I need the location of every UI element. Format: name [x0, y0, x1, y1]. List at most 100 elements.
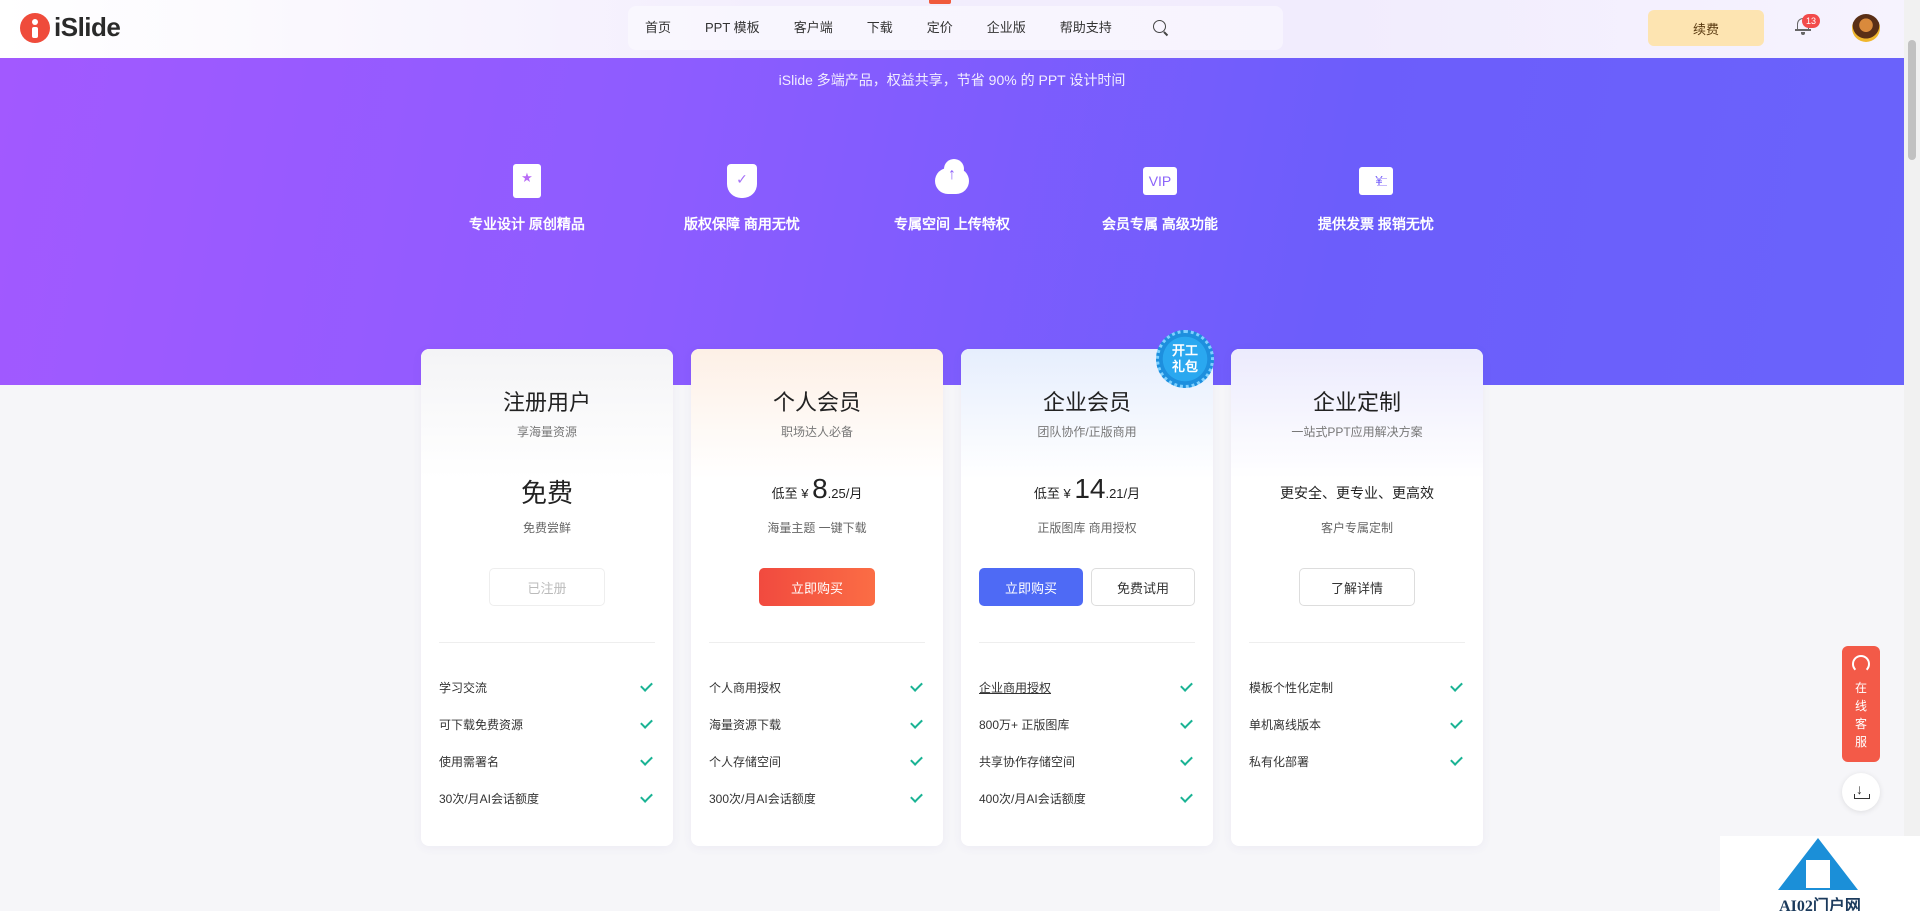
- feature-item: 学习交流: [439, 669, 655, 706]
- feature-item: 300次/月AI会话额度: [709, 780, 925, 817]
- buy-personal-button[interactable]: 立即购买: [759, 568, 875, 606]
- feature-item: 模板个性化定制: [1249, 669, 1465, 706]
- watermark-text: AI02门户网: [1779, 898, 1861, 911]
- divider: [1249, 642, 1465, 643]
- logo-icon: [20, 12, 50, 43]
- feature-item: 私有化部署: [1249, 743, 1465, 780]
- search-icon[interactable]: [1151, 18, 1171, 38]
- support-char: 在: [1854, 681, 1867, 695]
- nav-help[interactable]: 帮助支持: [1043, 6, 1129, 50]
- feature-list: 模板个性化定制 单机离线版本 私有化部署: [1249, 669, 1465, 780]
- plan-price: 低至 ¥ 14.21/月: [1033, 473, 1141, 504]
- nav-enterprise[interactable]: 企业版: [970, 6, 1043, 50]
- plan-card-personal: 个人会员 职场达人必备 低至 ¥ 8.25/月 海量主题 一键下载 立即购买 个…: [691, 349, 943, 846]
- learn-more-button[interactable]: 了解详情: [1299, 568, 1415, 606]
- check-icon: [1449, 755, 1463, 769]
- check-icon: [1179, 718, 1193, 732]
- benefit-label: 专属空间 上传特权: [894, 216, 1010, 232]
- benefit-label: 提供发票 报销无忧: [1318, 216, 1434, 232]
- plan-desc: 客户专属定制: [1320, 521, 1393, 535]
- check-icon: [1449, 681, 1463, 695]
- plan-desc: 免费尝鲜: [522, 521, 571, 535]
- online-support-button[interactable]: 在 线 客 服: [1842, 646, 1880, 762]
- logo-text: iSlide: [54, 12, 121, 42]
- nav-download[interactable]: 下载: [850, 6, 910, 50]
- download-float-button[interactable]: [1842, 773, 1880, 811]
- nav-pricing[interactable]: 定价: [910, 0, 970, 50]
- nav-client[interactable]: 客户端: [777, 6, 850, 50]
- feature-list: 企业商用授权 800万+ 正版图库 共享协作存储空间 400次/月AI会话额度: [979, 669, 1195, 817]
- top-navbar: iSlide 首页 PPT 模板 客户端 下载 定价 企业版 帮助支持 续费 1…: [0, 0, 1904, 58]
- islide-logo[interactable]: iSlide: [20, 12, 121, 43]
- check-icon: [909, 681, 923, 695]
- check-icon: [1179, 681, 1193, 695]
- support-char: 服: [1854, 735, 1867, 749]
- plan-card-custom: 企业定制 一站式PPT应用解决方案 更安全、更专业、更高效 客户专属定制 了解详…: [1231, 349, 1483, 846]
- benefit-vip: VIP 会员专属 高级功能: [1070, 164, 1250, 234]
- feature-item: 共享协作存储空间: [979, 743, 1195, 780]
- plan-subtitle: 职场达人必备: [780, 425, 853, 439]
- check-icon: [909, 718, 923, 732]
- feature-item: 可下载免费资源: [439, 706, 655, 743]
- gift-pack-badge[interactable]: 开工 礼包: [1156, 330, 1214, 388]
- buy-enterprise-button[interactable]: 立即购买: [979, 568, 1083, 606]
- benefit-space: 专属空间 上传特权: [862, 159, 1042, 234]
- nav-home[interactable]: 首页: [628, 6, 688, 50]
- check-icon: [1449, 718, 1463, 732]
- benefit-invoice: ¥ 提供发票 报销无忧: [1286, 164, 1466, 234]
- check-icon: [639, 681, 653, 695]
- plan-price: 免费: [520, 478, 573, 508]
- hero-subtitle: iSlide 多端产品，权益共享，节省 90% 的 PPT 设计时间: [778, 72, 1126, 88]
- support-char: 线: [1854, 699, 1867, 713]
- hero-banner: iSlide 多端产品，权益共享，节省 90% 的 PPT 设计时间 专业设计 …: [0, 58, 1904, 385]
- feature-item: 400次/月AI会话额度: [979, 780, 1195, 817]
- benefit-label: 版权保障 商用无忧: [684, 216, 800, 232]
- plan-subtitle: 团队协作/正版商用: [1037, 425, 1137, 439]
- check-icon: [1179, 755, 1193, 769]
- watermark-logo-icon: [1778, 838, 1858, 890]
- benefit-copyright: 版权保障 商用无忧: [652, 164, 832, 234]
- check-icon: [639, 718, 653, 732]
- feature-item: 个人存储空间: [709, 743, 925, 780]
- notification-badge: 13: [1802, 14, 1820, 28]
- vip-icon: VIP: [1143, 167, 1177, 195]
- cloud-upload-icon: [935, 159, 969, 194]
- feature-item: 800万+ 正版图库: [979, 706, 1195, 743]
- invoice-icon: ¥: [1359, 167, 1393, 195]
- benefit-label: 专业设计 原创精品: [469, 216, 585, 232]
- check-icon: [1179, 792, 1193, 806]
- plan-title: 企业定制: [1312, 390, 1401, 415]
- registered-button[interactable]: 已注册: [489, 568, 605, 606]
- feature-item: 单机离线版本: [1249, 706, 1465, 743]
- page-scrollbar[interactable]: [1904, 0, 1920, 911]
- download-icon: [1854, 781, 1870, 799]
- plan-price: 低至 ¥ 8.25/月: [771, 473, 863, 504]
- nav-ppt-templates[interactable]: PPT 模板: [688, 6, 777, 50]
- scrollbar-thumb[interactable]: [1908, 40, 1916, 160]
- plan-desc: 正版图库 商用授权: [1037, 521, 1137, 535]
- plan-price: 更安全、更专业、更高效: [1280, 485, 1434, 501]
- plan-desc: 海量主题 一键下载: [767, 521, 867, 535]
- plan-title: 企业会员: [1042, 390, 1131, 415]
- feature-item-link[interactable]: 企业商用授权: [979, 669, 1195, 706]
- benefit-label: 会员专属 高级功能: [1102, 216, 1218, 232]
- avatar[interactable]: [1852, 14, 1880, 42]
- free-trial-button[interactable]: 免费试用: [1091, 568, 1195, 606]
- feature-list: 学习交流 可下载免费资源 使用需署名 30次/月AI会话额度: [439, 669, 655, 817]
- headset-icon: [1852, 655, 1870, 673]
- renew-button[interactable]: 续费: [1648, 10, 1764, 46]
- design-doc-icon: [513, 164, 541, 198]
- plan-card-enterprise: 企业会员 团队协作/正版商用 低至 ¥ 14.21/月 正版图库 商用授权 立即…: [961, 349, 1213, 846]
- benefit-design: 专业设计 原创精品: [437, 164, 617, 234]
- plan-title: 注册用户: [502, 390, 591, 415]
- check-icon: [639, 755, 653, 769]
- plan-subtitle: 一站式PPT应用解决方案: [1291, 425, 1423, 439]
- support-char: 客: [1854, 717, 1867, 731]
- plan-subtitle: 享海量资源: [516, 425, 577, 439]
- check-icon: [909, 792, 923, 806]
- feature-item: 30次/月AI会话额度: [439, 780, 655, 817]
- check-icon: [639, 792, 653, 806]
- check-icon: [909, 755, 923, 769]
- divider: [709, 642, 925, 643]
- divider: [439, 642, 655, 643]
